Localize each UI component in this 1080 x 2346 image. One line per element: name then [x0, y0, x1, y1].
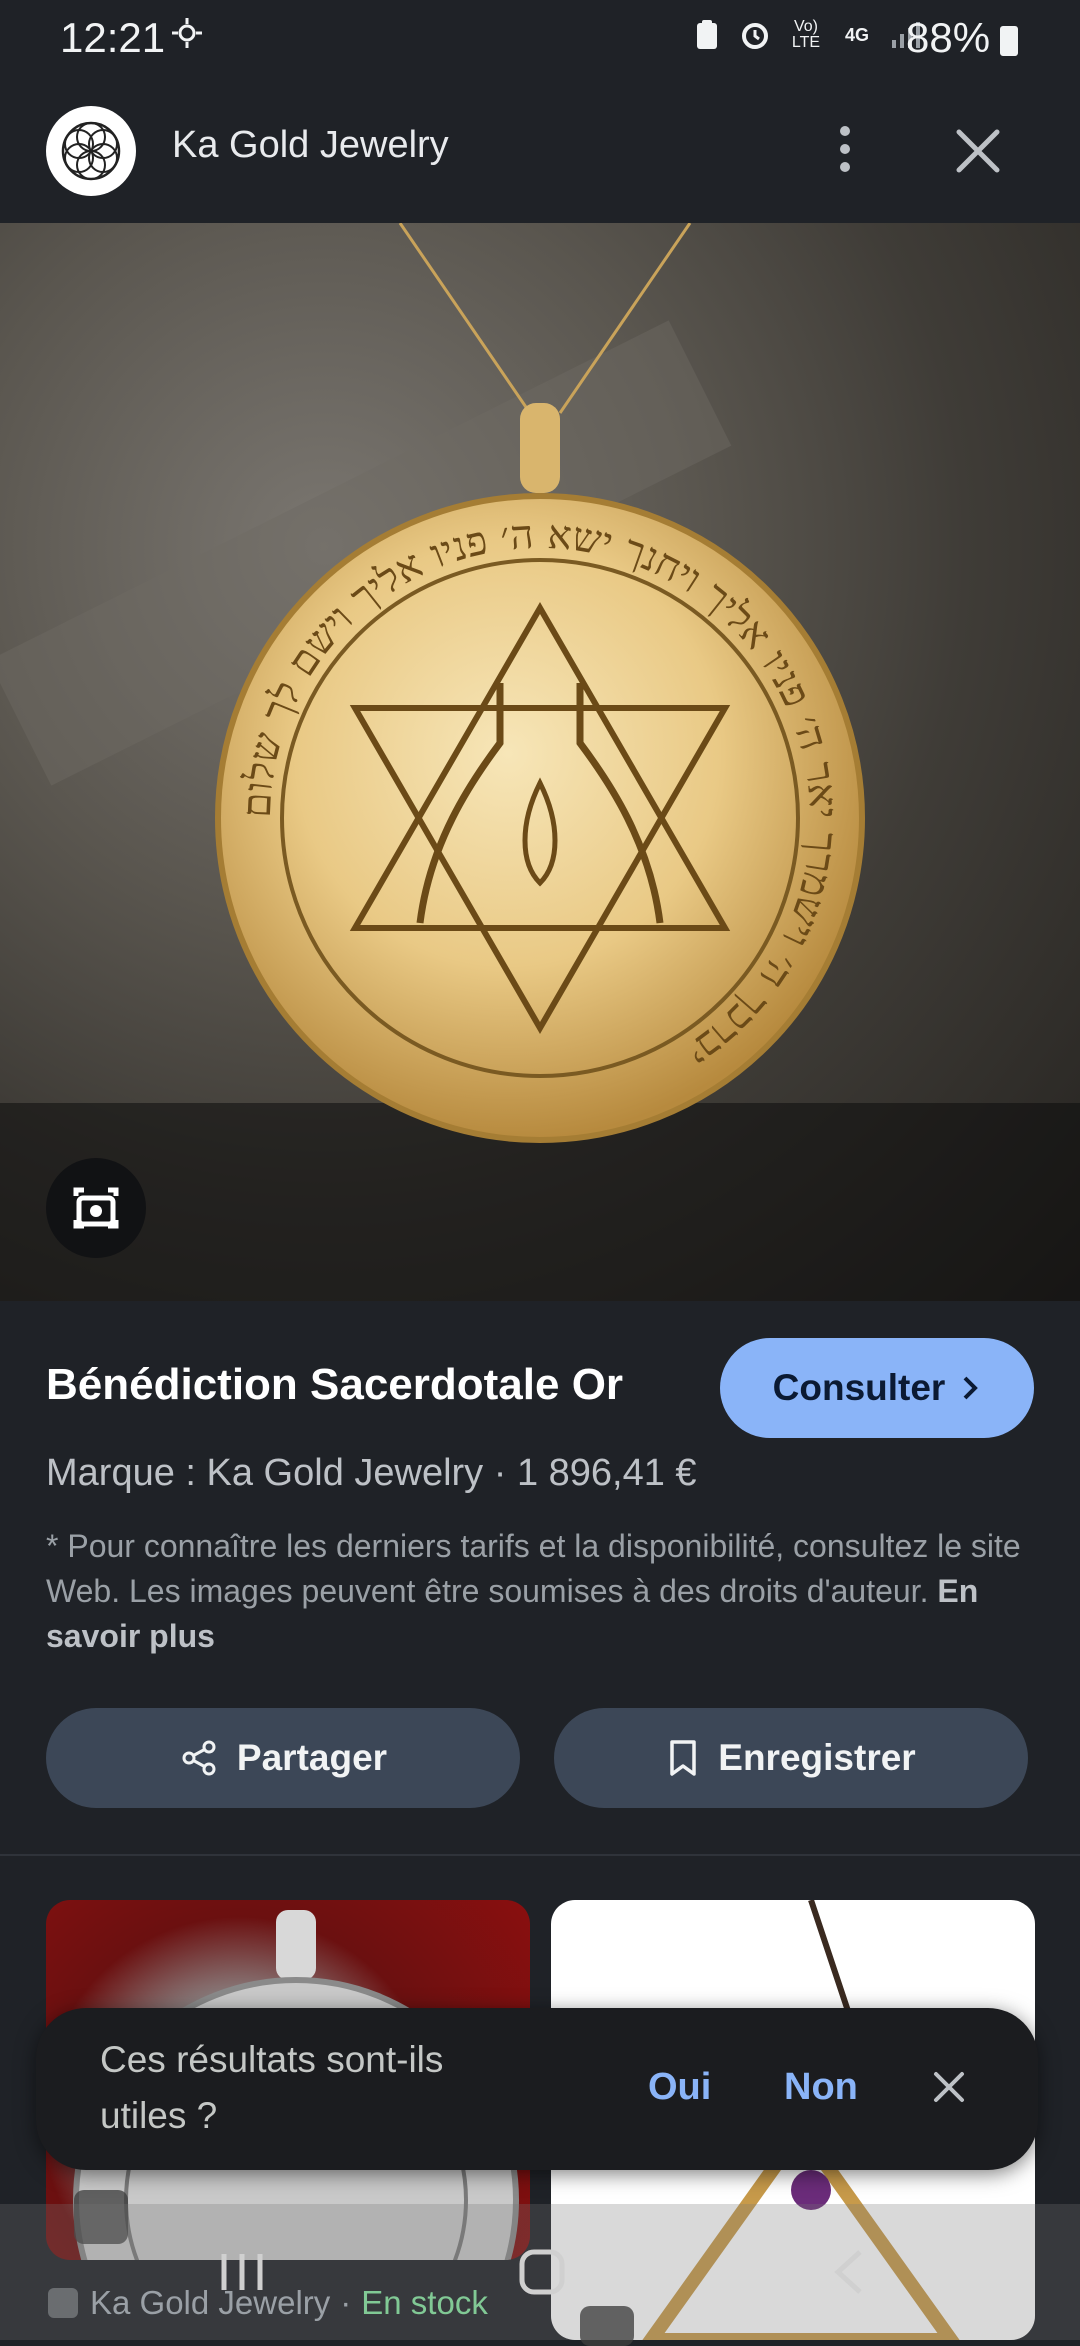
- visit-label: Consulter: [772, 1367, 946, 1408]
- save-label: Enregistrer: [718, 1737, 916, 1778]
- alarm-icon: [738, 18, 772, 52]
- chevron-right-icon: [963, 1376, 979, 1400]
- feedback-question: Ces résultats sont-ils utiles ?: [100, 2039, 444, 2136]
- result-separator: ·: [340, 2284, 352, 2321]
- favicon-icon: [48, 2288, 78, 2318]
- feedback-close-button[interactable]: [926, 2064, 972, 2110]
- top-app-bar: [0, 78, 1080, 223]
- network-4g-icon: 4G: [840, 18, 874, 52]
- disclaimer-text: * Pour connaître les derniers tarifs et …: [46, 1528, 1021, 1609]
- sync-icon: [170, 16, 204, 60]
- volte-icon: Vo) LTE: [786, 18, 826, 52]
- feedback-no-button[interactable]: Non: [784, 2066, 858, 2109]
- google-lens-button[interactable]: [46, 1158, 146, 1258]
- status-time: 12:21: [60, 14, 166, 61]
- brand-price-line: Marque : Ka Gold Jewelry · 1 896,41 €: [46, 1452, 697, 1494]
- save-button[interactable]: Enregistrer: [554, 1708, 1028, 1808]
- section-divider: [0, 1854, 1080, 1856]
- close-icon: [934, 2072, 964, 2102]
- share-button[interactable]: Partager: [46, 1708, 520, 1808]
- close-button[interactable]: [945, 118, 1011, 184]
- volte-label: Vo) LTE: [791, 18, 821, 51]
- result-source: Ka Gold Jewelry: [90, 2284, 331, 2321]
- share-icon: [182, 1740, 216, 1776]
- price-disclaimer: * Pour connaître les derniers tarifs et …: [46, 1524, 1046, 1659]
- back-icon[interactable]: [834, 2250, 862, 2294]
- close-icon: [956, 129, 1000, 173]
- more-options-button[interactable]: [820, 118, 870, 180]
- product-image[interactable]: יברכך ה׳ וישמרך יאר ה׳ פניו אליך ויחנך י…: [0, 223, 1080, 1301]
- flower-of-life-icon: [61, 121, 121, 181]
- more-vert-icon: [840, 126, 850, 172]
- stock-status: En stock: [361, 2284, 488, 2321]
- share-label: Partager: [236, 1737, 388, 1778]
- result-source-line: Ka Gold Jewelry · En stock: [46, 2284, 488, 2322]
- feedback-yes-button[interactable]: Oui: [648, 2066, 711, 2109]
- clipboard-icon: [690, 18, 724, 52]
- pendant-illustration: יברכך ה׳ וישמרך יאר ה׳ פניו אליך ויחנך י…: [0, 223, 1080, 1301]
- network-label: 4G: [844, 24, 869, 45]
- site-logo: [46, 106, 136, 196]
- lens-icon: [73, 1187, 119, 1229]
- status-icons: Vo) LTE 4G: [690, 18, 922, 52]
- product-title: Bénédiction Sacerdotale Or: [46, 1360, 624, 1409]
- battery-icon: [1000, 26, 1018, 56]
- site-name: Ka Gold Jewelry: [172, 124, 449, 166]
- home-icon[interactable]: [519, 2249, 565, 2295]
- battery-percent: 88%: [906, 14, 991, 61]
- bookmark-icon: [670, 1740, 697, 1776]
- visit-button[interactable]: Consulter: [720, 1338, 1034, 1438]
